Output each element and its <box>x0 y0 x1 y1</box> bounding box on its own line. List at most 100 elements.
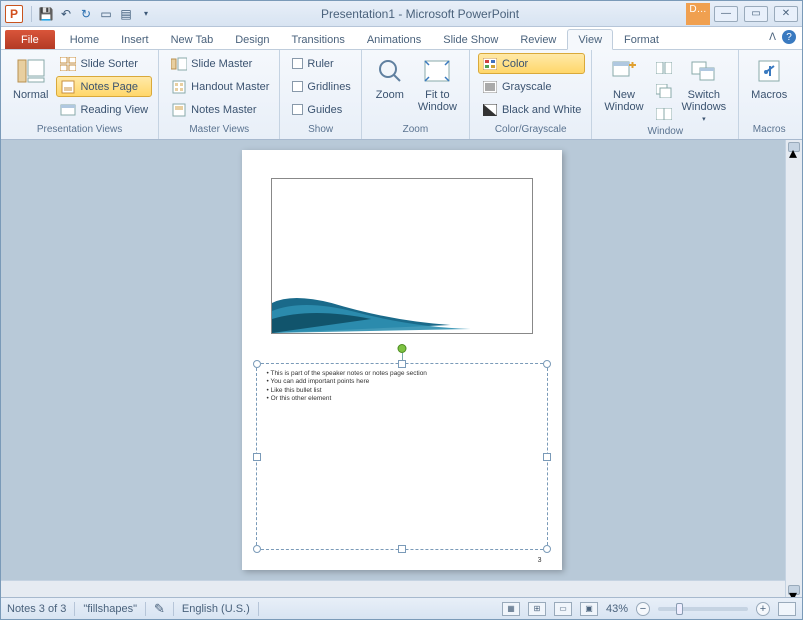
ribbon: Normal Slide Sorter Notes Page Reading V… <box>1 50 802 140</box>
tab-animations[interactable]: Animations <box>356 29 432 49</box>
notes-page-icon <box>60 79 76 95</box>
addin-tag[interactable]: D… <box>686 3 710 25</box>
new-window-label: New Window <box>604 89 643 113</box>
selection-handle[interactable] <box>253 545 261 553</box>
selection-handle[interactable] <box>398 360 406 368</box>
group-presentation-views: Normal Slide Sorter Notes Page Reading V… <box>1 50 159 139</box>
color-button[interactable]: Color <box>478 53 585 74</box>
undo-icon[interactable]: ↶ <box>58 6 74 22</box>
slide-master-label: Slide Master <box>191 58 252 70</box>
switch-windows-button[interactable]: Switch Windows ▾ <box>676 53 733 125</box>
notes-master-label: Notes Master <box>191 104 256 116</box>
normal-view-button[interactable]: Normal <box>7 53 54 123</box>
minimize-button[interactable]: — <box>714 6 738 22</box>
notes-text-placeholder[interactable]: This is part of the speaker notes or not… <box>256 363 548 550</box>
cascade-button[interactable] <box>652 80 676 101</box>
zoom-label: Zoom <box>376 89 404 101</box>
tab-review[interactable]: Review <box>509 29 567 49</box>
macros-icon <box>753 55 785 87</box>
slide-master-button[interactable]: Slide Master <box>167 53 273 74</box>
tab-view[interactable]: View <box>567 29 613 50</box>
reading-view-status-button[interactable]: ▭ <box>554 602 572 616</box>
tab-slide-show[interactable]: Slide Show <box>432 29 509 49</box>
tab-transitions[interactable]: Transitions <box>280 29 355 49</box>
zoom-in-button[interactable]: + <box>756 602 770 616</box>
tab-design[interactable]: Design <box>224 29 280 49</box>
new-window-button[interactable]: New Window <box>598 53 649 125</box>
qat-button-2[interactable]: ▤ <box>118 6 134 22</box>
tab-format[interactable]: Format <box>613 29 670 49</box>
switch-windows-icon <box>688 55 720 87</box>
tab-new-tab[interactable]: New Tab <box>160 29 225 49</box>
color-icon <box>482 56 498 72</box>
status-language[interactable]: English (U.S.) <box>182 603 250 615</box>
help-icon[interactable]: ? <box>782 30 796 44</box>
slide-thumbnail[interactable] <box>271 178 533 334</box>
gridlines-label: Gridlines <box>307 81 350 93</box>
zoom-slider[interactable] <box>658 607 748 611</box>
scroll-down-icon[interactable]: ▾ <box>788 585 800 595</box>
checkbox-icon <box>292 81 303 92</box>
notes-page-button[interactable]: Notes Page <box>56 76 152 97</box>
tab-file[interactable]: File <box>5 30 55 49</box>
notes-page-label: Notes Page <box>80 81 137 93</box>
group-label-macros: Macros <box>745 123 793 138</box>
macros-button[interactable]: Macros <box>745 53 793 123</box>
group-macros: Macros Macros <box>739 50 799 139</box>
notes-text[interactable]: This is part of the speaker notes or not… <box>257 364 547 410</box>
zoom-button[interactable]: Zoom <box>368 53 412 123</box>
group-show: Ruler Gridlines Guides Show <box>280 50 361 139</box>
grayscale-button[interactable]: Grayscale <box>478 76 585 97</box>
window-title: Presentation1 - Microsoft PowerPoint <box>154 7 686 21</box>
sorter-view-status-button[interactable]: ⊞ <box>528 602 546 616</box>
selection-handle[interactable] <box>398 545 406 553</box>
normal-view-icon <box>15 55 47 87</box>
scroll-up-icon[interactable]: ▴ <box>788 142 800 152</box>
slideshow-view-status-button[interactable]: ▣ <box>580 602 598 616</box>
fit-to-window-status-button[interactable] <box>778 602 796 616</box>
notes-master-button[interactable]: Notes Master <box>167 99 273 120</box>
guides-checkbox[interactable]: Guides <box>288 99 354 120</box>
minimize-ribbon-icon[interactable]: ᐱ <box>769 32 776 43</box>
qat-button-1[interactable]: ▭ <box>98 6 114 22</box>
tab-insert[interactable]: Insert <box>110 29 160 49</box>
group-zoom: Zoom Fit to Window Zoom <box>362 50 470 139</box>
zoom-out-button[interactable]: − <box>636 602 650 616</box>
slide-sorter-label: Slide Sorter <box>80 58 137 70</box>
black-white-button[interactable]: Black and White <box>478 99 585 120</box>
zoom-slider-thumb[interactable] <box>676 603 683 615</box>
tab-home[interactable]: Home <box>59 29 110 49</box>
rotation-handle[interactable] <box>397 344 406 353</box>
horizontal-scrollbar[interactable] <box>1 580 785 597</box>
normal-view-status-button[interactable]: ▦ <box>502 602 520 616</box>
notes-line: You can add important points here <box>267 378 537 386</box>
save-icon[interactable]: 💾 <box>38 6 54 22</box>
qat-customize-icon[interactable]: ▾ <box>138 6 154 22</box>
move-split-button[interactable] <box>652 103 676 124</box>
selection-handle[interactable] <box>543 545 551 553</box>
notes-line: Or this other element <box>267 395 537 403</box>
ruler-checkbox[interactable]: Ruler <box>288 53 354 74</box>
group-window: New Window Switch Windows ▾ Window <box>592 50 739 139</box>
redo-icon[interactable]: ↻ <box>78 6 94 22</box>
color-label: Color <box>502 58 528 70</box>
guides-label: Guides <box>307 104 342 116</box>
reading-view-button[interactable]: Reading View <box>56 99 152 120</box>
restore-button[interactable]: ▭ <box>744 6 768 22</box>
zoom-level[interactable]: 43% <box>606 603 628 615</box>
notes-page[interactable]: This is part of the speaker notes or not… <box>242 150 562 570</box>
handout-master-button[interactable]: Handout Master <box>167 76 273 97</box>
selection-handle[interactable] <box>543 453 551 461</box>
selection-handle[interactable] <box>543 360 551 368</box>
bw-icon <box>482 102 498 118</box>
fit-to-window-button[interactable]: Fit to Window <box>412 53 463 123</box>
vertical-scrollbar[interactable]: ▴ ▾ <box>785 140 802 597</box>
arrange-all-button[interactable] <box>652 57 676 78</box>
close-button[interactable]: ✕ <box>774 6 798 22</box>
slide-sorter-button[interactable]: Slide Sorter <box>56 53 152 74</box>
selection-handle[interactable] <box>253 360 261 368</box>
gridlines-checkbox[interactable]: Gridlines <box>288 76 354 97</box>
selection-handle[interactable] <box>253 453 261 461</box>
spellcheck-icon[interactable]: ✎ <box>154 601 165 617</box>
reading-view-icon <box>60 102 76 118</box>
